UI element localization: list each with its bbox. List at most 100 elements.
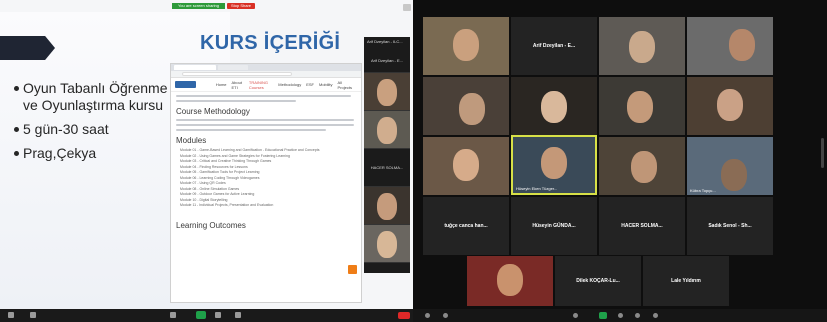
participant-tile[interactable]: HACER SOLMA... (599, 197, 685, 255)
nav-item[interactable]: About ETI (232, 80, 244, 90)
slide-title: KURS İÇERİĞİ (200, 32, 341, 54)
participant-face (629, 31, 655, 63)
reactions-icon[interactable] (235, 312, 241, 318)
module-item: Module 05 - Gamification Tools for Proje… (180, 170, 260, 174)
nav-item[interactable]: Methodology (278, 82, 301, 87)
strip-video-tile[interactable] (364, 187, 410, 225)
participant-name: Hüseyin Eken Tüzger... (516, 186, 558, 191)
text-line (176, 129, 326, 131)
slide-bullet: Prag,Çekya (14, 145, 174, 162)
outcomes-heading: Learning Outcomes (176, 221, 246, 230)
video-icon[interactable] (30, 312, 36, 318)
module-item: Module 09 - Outdoor Games for Active Lea… (180, 192, 255, 196)
participant-tile[interactable]: Kübra Topçu... (687, 137, 773, 195)
browser-addressbar (171, 71, 361, 78)
participant-tile[interactable] (687, 17, 773, 75)
strip-video-tile[interactable] (364, 73, 410, 111)
share-screen-icon[interactable] (599, 312, 607, 319)
participant-tile[interactable]: tuğçe canca han... (423, 197, 509, 255)
browser-tabbar (171, 64, 361, 71)
participant-tile[interactable] (423, 17, 509, 75)
browser-tab[interactable] (218, 65, 248, 70)
screen: You are screen sharing Stop Share KURS İ… (0, 0, 827, 322)
end-meeting-button[interactable] (398, 312, 410, 319)
participant-face (377, 79, 397, 106)
module-item: Module 06 - Learning Coding Through Vide… (180, 175, 260, 180)
participant-tile[interactable]: Hüseyin GÜNDA... (511, 197, 597, 255)
participant-face (721, 159, 747, 191)
chat-icon[interactable] (618, 313, 623, 318)
stop-share-button[interactable]: Stop Share (227, 3, 255, 9)
participant-tile[interactable] (599, 17, 685, 75)
participant-tile[interactable] (467, 256, 553, 306)
participant-name: HACER SOLMA... (621, 223, 663, 229)
reactions-icon[interactable] (653, 313, 658, 318)
participant-face (497, 264, 523, 296)
modules-heading: Modules (176, 136, 207, 145)
module-item: Module 01 - Game-Based Learning and Gami… (180, 148, 320, 152)
module-item: Module 07 - Using QR Codes (180, 181, 226, 185)
participants-icon[interactable] (573, 313, 578, 318)
participant-tile-active-speaker[interactable]: Hüseyin Eken Tüzger... (511, 135, 597, 195)
nav-item[interactable]: ESF (306, 82, 314, 87)
sharing-banner: You are screen sharing (172, 3, 225, 9)
url-field[interactable] (182, 72, 292, 76)
participant-face (459, 93, 485, 125)
slide-bullets: Oyun Tabanlı Öğrenme ve Oyunlaştırma kur… (14, 80, 174, 169)
participant-strip: Arif Dzeyilan - ILC... Arif Dzeyilan - E… (364, 37, 410, 273)
site-nav: Home About ETI TRAINING Courses Methodol… (171, 78, 361, 92)
participant-name: tuğçe canca han... (444, 223, 488, 229)
strip-participant-name: HACER SOLMA... (364, 149, 410, 187)
participant-tile[interactable]: Lale Yıldırım (643, 256, 729, 306)
participant-name: Sadık Senol - Sh... (708, 223, 752, 229)
participant-face (541, 147, 567, 179)
site-logo[interactable] (175, 81, 196, 88)
mute-icon[interactable] (425, 313, 430, 318)
text-line (176, 95, 351, 97)
bullet-text: Oyun Tabanlı Öğrenme ve Oyunlaştırma kur… (23, 80, 168, 113)
browser-tab[interactable] (174, 65, 216, 70)
record-icon[interactable] (215, 312, 221, 318)
module-item: Module 08 - Online Simulation Games (180, 186, 240, 191)
participant-face (627, 91, 653, 123)
participant-tile[interactable] (687, 77, 773, 135)
participant-face (717, 89, 743, 121)
strip-video-tile[interactable] (364, 111, 410, 149)
participant-tile[interactable] (511, 77, 597, 135)
participant-tile[interactable] (599, 137, 685, 195)
strip-video-tile[interactable] (364, 225, 410, 263)
minimize-icon[interactable] (403, 4, 411, 11)
participant-face (729, 29, 755, 61)
nav-item[interactable]: TRAINING Courses (249, 80, 273, 90)
participant-tile[interactable] (423, 77, 509, 135)
participant-tile[interactable]: Arif Dzeyilan - E... (511, 17, 597, 75)
share-screen-icon[interactable] (196, 311, 206, 319)
participant-tile[interactable]: Dilek KOÇAR-Lu... (555, 256, 641, 306)
slide-bullet: Oyun Tabanlı Öğrenme ve Oyunlaştırma kur… (14, 80, 174, 114)
participant-face (631, 151, 657, 183)
bullet-icon (14, 86, 19, 91)
video-icon[interactable] (443, 313, 448, 318)
mute-icon[interactable] (8, 312, 14, 318)
participant-tile[interactable] (423, 137, 509, 195)
strip-header: Arif Dzeyilan - ILC... (367, 39, 403, 44)
participant-face (377, 231, 397, 258)
participant-tile[interactable] (599, 77, 685, 135)
nav-item[interactable]: All Projects (338, 80, 352, 90)
participant-tile[interactable]: Sadık Senol - Sh... (687, 197, 773, 255)
participant-name: Dilek KOÇAR-Lu... (576, 278, 620, 284)
meeting-toolbar (0, 309, 413, 322)
module-item: Module 02 - Using Games and Game Strateg… (180, 153, 290, 158)
gallery-next-page[interactable] (821, 138, 824, 168)
slide-bullet: 5 gün-30 saat (14, 121, 174, 138)
chat-fab-icon[interactable] (348, 265, 357, 274)
nav-item[interactable]: Home (216, 82, 227, 87)
nav-item[interactable]: Mobility (319, 82, 333, 87)
participant-face (377, 117, 397, 144)
screen-share-pane: You are screen sharing Stop Share KURS İ… (0, 0, 413, 322)
participants-icon[interactable] (170, 312, 176, 318)
methodology-heading: Course Methodology (176, 107, 250, 116)
record-icon[interactable] (635, 313, 640, 318)
module-item: Module 11 - Individual Projects, Present… (180, 203, 274, 207)
participant-name: Arif Dzeyilan - E... (532, 43, 576, 49)
